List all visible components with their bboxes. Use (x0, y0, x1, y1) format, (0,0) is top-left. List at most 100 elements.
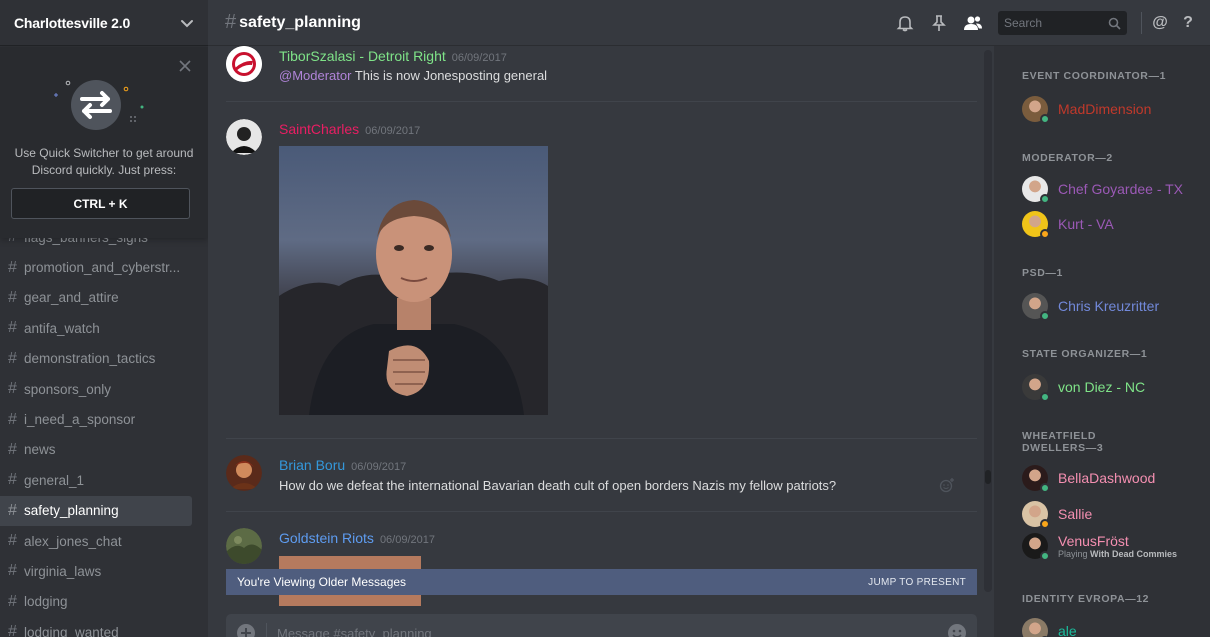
hash-icon: # (8, 592, 17, 610)
mention-icon[interactable]: @ (1146, 14, 1174, 32)
channel-sidebar: Charlottesville 2.0 Use Quick Switcher t… (0, 0, 208, 637)
search-icon (1108, 17, 1121, 30)
channel-item-general-1[interactable]: # general_1 (0, 465, 192, 495)
quick-switcher-text: Use Quick Switcher to get around Discord… (14, 146, 194, 177)
channel-item-safety-planning[interactable]: # safety_planning (0, 495, 192, 526)
chevron-down-icon[interactable] (180, 16, 194, 30)
hash-icon: # (8, 532, 17, 550)
help-icon[interactable]: ? (1174, 14, 1202, 32)
message: Brian Boru 06/09/2017 How do we defeat t… (226, 455, 977, 511)
channel-label: alex_jones_chat (24, 533, 122, 549)
message-author[interactable]: SaintCharles (279, 121, 359, 137)
role-header: PSD—1 (1022, 267, 1063, 279)
member-item[interactable]: Kurt - VA (1022, 209, 1114, 239)
status-indicator-icon (1040, 483, 1050, 493)
role-header: MODERATOR—2 (1022, 152, 1113, 164)
member-item[interactable]: Sallie (1022, 499, 1092, 529)
message-composer (226, 614, 977, 637)
channel-label: lodging_wanted (24, 624, 119, 637)
member-info: MadDimension (1058, 101, 1151, 117)
member-item[interactable]: Chris Kreuzritter (1022, 291, 1159, 321)
message-header: Brian Boru 06/09/2017 (279, 457, 406, 473)
channel-item-news[interactable]: # news (0, 435, 192, 465)
member-item[interactable]: VenusFröst Playing With Dead Commies (1022, 531, 1177, 561)
member-name: MadDimension (1058, 101, 1152, 117)
hash-icon: # (8, 288, 17, 306)
message-divider (226, 511, 977, 512)
search-input[interactable]: Search (998, 11, 1127, 35)
avatar[interactable] (226, 119, 262, 155)
message-header: TiborSzalasi - Detroit Right 06/09/2017 (279, 48, 507, 64)
member-name: Sallie (1058, 506, 1093, 522)
hash-icon: # (8, 380, 17, 398)
channel-label: news (24, 442, 56, 458)
member-name: Chris Kreuzritter (1058, 298, 1160, 314)
member-item[interactable]: von Diez - NC (1022, 372, 1145, 402)
channel-label: i_need_a_sponsor (24, 412, 136, 428)
hash-icon: # (8, 319, 17, 337)
status-indicator-icon (1040, 114, 1050, 124)
chat-area: TiborSzalasi - Detroit Right 06/09/2017 … (208, 0, 994, 637)
message-author[interactable]: TiborSzalasi - Detroit Right (279, 48, 446, 64)
status-indicator-icon (1040, 519, 1050, 529)
status-indicator-icon (1040, 229, 1050, 239)
scrollbar-thumb[interactable] (985, 470, 991, 484)
member-info: ale (1058, 623, 1077, 637)
channel-item-sponsors-only[interactable]: # sponsors_only (0, 374, 192, 404)
upload-icon[interactable] (236, 623, 256, 637)
channel-item-lodging[interactable]: # lodging (0, 587, 192, 617)
mention-link[interactable]: @Moderator (279, 68, 351, 83)
avatar[interactable] (226, 455, 262, 491)
member-name: VenusFröst (1058, 533, 1129, 549)
message-author[interactable]: Goldstein Riots (279, 530, 374, 546)
activity-prefix: Playing (1058, 549, 1088, 559)
channel-label: promotion_and_cyberstr... (24, 260, 181, 276)
avatar[interactable] (226, 528, 262, 564)
message-timestamp: 06/09/2017 (451, 52, 507, 64)
channel-item-antifa-watch[interactable]: # antifa_watch (0, 313, 192, 343)
message-header: SaintCharles 06/09/2017 (279, 121, 420, 137)
channel-item-demonstration-tactics[interactable]: # demonstration_tactics (0, 344, 192, 374)
role-header: IDENTITY EVROPA—12 (1022, 593, 1150, 605)
add-reaction-icon[interactable] (939, 477, 955, 493)
message-scrollbar[interactable] (984, 50, 992, 592)
quick-switcher-popup: Use Quick Switcher to get around Discord… (0, 47, 208, 238)
channel-item-alex-jones-chat[interactable]: # alex_jones_chat (0, 526, 192, 556)
channel-label: lodging (24, 594, 68, 610)
status-indicator-icon (1040, 311, 1050, 321)
channel-label: general_1 (24, 472, 85, 488)
message-input[interactable] (277, 623, 947, 637)
member-item[interactable]: BellaDashwood (1022, 463, 1155, 493)
member-name: von Diez - NC (1058, 379, 1146, 395)
members-icon[interactable] (962, 12, 984, 34)
member-item[interactable]: MadDimension (1022, 94, 1151, 124)
avatar (1022, 96, 1050, 124)
channel-item-virginia-laws[interactable]: # virginia_laws (0, 556, 192, 586)
emoji-icon[interactable] (947, 623, 967, 637)
bell-icon[interactable] (894, 12, 916, 34)
attached-image[interactable] (279, 146, 548, 415)
member-info: VenusFröst Playing With Dead Commies (1058, 533, 1177, 559)
channel-item-lodging-wanted[interactable]: # lodging_wanted (0, 617, 192, 637)
hash-icon: # (8, 349, 17, 367)
avatar (1022, 374, 1050, 402)
channel-item-promotion-and-cyberstr-[interactable]: # promotion_and_cyberstr... (0, 252, 192, 282)
app: Charlottesville 2.0 Use Quick Switcher t… (0, 0, 1210, 637)
member-name: ale (1058, 623, 1077, 637)
jump-to-present-button[interactable]: JUMP TO PRESENT (868, 577, 966, 588)
hash-icon: # (8, 623, 17, 637)
message-author[interactable]: Brian Boru (279, 457, 345, 473)
channel-item-gear-and-attire[interactable]: # gear_and_attire (0, 283, 192, 313)
message-text: How do we defeat the international Bavar… (279, 478, 837, 493)
status-indicator-icon (1040, 194, 1050, 204)
channel-item-i-need-a-sponsor[interactable]: # i_need_a_sponsor (0, 404, 192, 434)
member-item[interactable]: ale (1022, 616, 1077, 637)
pin-icon[interactable] (928, 12, 950, 34)
member-item[interactable]: Chef Goyardee - TX (1022, 174, 1183, 204)
avatar[interactable] (226, 46, 262, 82)
quick-switcher-shortcut[interactable]: CTRL + K (11, 188, 190, 219)
close-icon[interactable] (178, 59, 192, 73)
message-divider (226, 438, 977, 439)
member-list: EVENT COORDINATOR—1 MadDimension MODERATOR… (994, 46, 1210, 637)
server-header[interactable]: Charlottesville 2.0 (0, 0, 208, 46)
